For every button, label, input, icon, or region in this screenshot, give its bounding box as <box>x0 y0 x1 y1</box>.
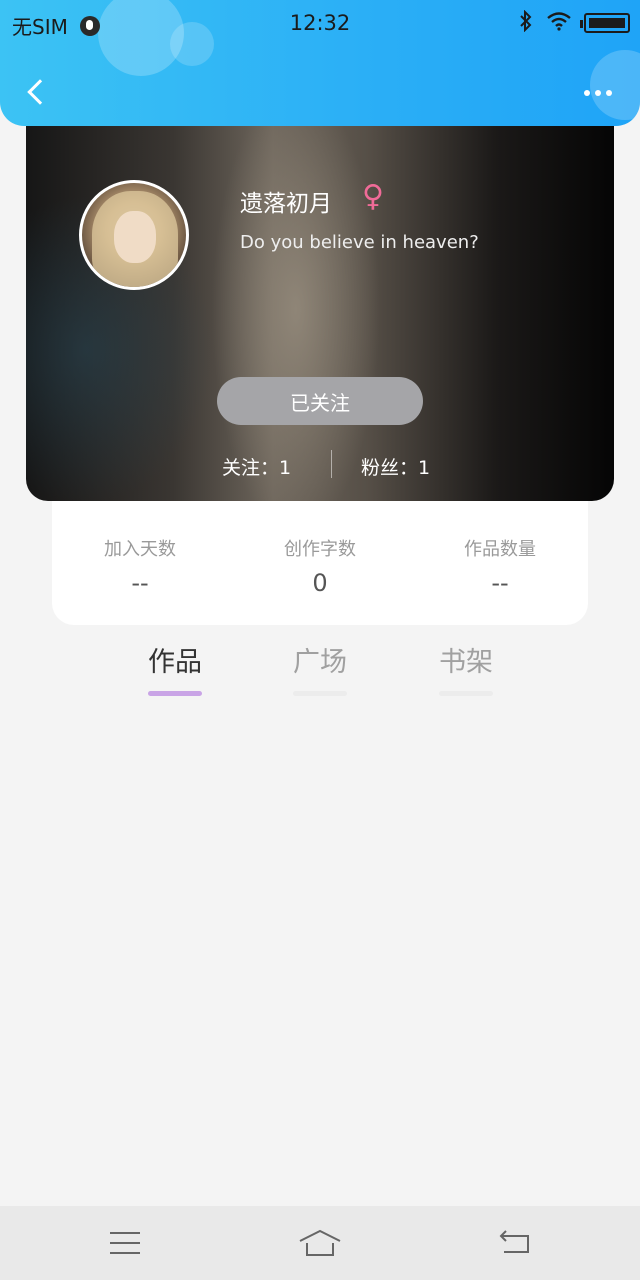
stats-card: 加入天数 -- 创作字数 0 作品数量 -- <box>52 480 588 625</box>
follow-stats: 关注：1 粉丝：1 <box>26 450 614 480</box>
status-right <box>518 9 630 36</box>
tab-label: 书架 <box>439 647 493 678</box>
fans-count[interactable]: 粉丝：1 <box>361 453 430 480</box>
bio-text: Do you believe in heaven? <box>240 232 479 253</box>
tab-bar: 作品 广场 书架 <box>0 640 640 710</box>
fire-icon <box>79 15 100 36</box>
status-bar: 无SIM 12:32 <box>0 0 640 46</box>
battery-icon <box>580 13 630 33</box>
tab-indicator <box>148 691 202 696</box>
carrier-label: 无SIM <box>12 15 68 39</box>
bluetooth-icon <box>518 9 534 36</box>
tab-works[interactable]: 作品 <box>135 640 215 696</box>
stat-value: -- <box>491 569 509 597</box>
status-left: 无SIM <box>12 11 100 40</box>
header: 无SIM 12:32 <box>0 0 640 126</box>
tab-bookshelf[interactable]: 书架 <box>426 640 506 696</box>
nav-home-button[interactable] <box>295 1222 345 1264</box>
more-dots-icon <box>584 90 590 96</box>
tab-indicator <box>293 691 347 696</box>
nav-menu-button[interactable] <box>100 1222 150 1264</box>
stat-label: 加入天数 <box>104 539 176 560</box>
more-button[interactable] <box>578 78 618 108</box>
system-nav-bar <box>0 1206 640 1280</box>
stat-value: -- <box>131 569 149 597</box>
menu-icon <box>110 1232 140 1254</box>
tab-label: 广场 <box>293 647 347 678</box>
home-icon <box>299 1229 341 1256</box>
tab-indicator <box>439 691 493 696</box>
female-icon: ♀ <box>362 179 384 214</box>
nav-back-button[interactable] <box>490 1222 540 1264</box>
tab-label: 作品 <box>148 647 202 678</box>
following-count[interactable]: 关注：1 <box>222 453 291 480</box>
divider <box>331 450 332 478</box>
stat-label: 作品数量 <box>464 539 536 560</box>
back-button[interactable] <box>20 72 54 112</box>
tab-square[interactable]: 广场 <box>280 640 360 696</box>
avatar[interactable] <box>79 180 189 290</box>
stat-word-count: 创作字数 0 <box>230 535 410 597</box>
follow-button[interactable]: 已关注 <box>217 377 423 425</box>
back-icon <box>499 1230 529 1253</box>
nickname: 遗落初月 <box>240 191 332 217</box>
stat-works-count: 作品数量 -- <box>410 535 590 597</box>
profile-card: 遗落初月 ♀ Do you believe in heaven? 已关注 关注：… <box>26 90 614 501</box>
stat-join-days: 加入天数 -- <box>50 535 230 597</box>
wifi-icon <box>546 11 572 35</box>
chevron-left-icon <box>27 79 53 105</box>
stat-value: 0 <box>312 569 328 597</box>
stat-label: 创作字数 <box>284 539 356 560</box>
